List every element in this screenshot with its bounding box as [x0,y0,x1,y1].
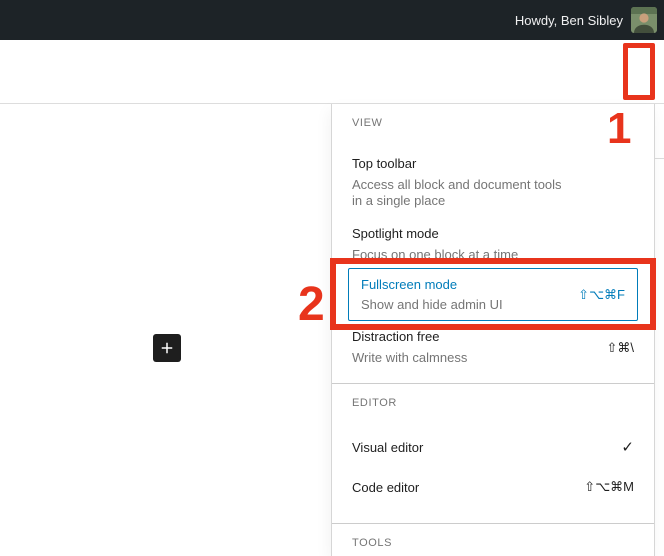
menu-item-visual-editor[interactable]: Visual editor ✓ [352,438,634,456]
admin-bar: Howdy, Ben Sibley [0,0,664,40]
menu-divider [332,383,654,384]
menu-item-title: Top toolbar [352,156,634,171]
menu-item-title: Code editor [352,480,419,495]
menu-item-title: Visual editor [352,440,423,455]
menu-section-tools: TOOLS [352,537,392,549]
checkmark-icon: ✓ [621,438,634,456]
block-inserter-button[interactable] [153,334,181,362]
menu-item-title: Spotlight mode [352,226,634,241]
distraction-free-text: Distraction free Write with calmness [352,329,467,366]
options-menu-popover: VIEW Top toolbar Access all block and do… [331,104,655,556]
menu-section-editor: EDITOR [352,397,397,409]
user-avatar[interactable] [631,7,657,33]
avatar-photo [631,7,657,33]
editor-toolbar [0,40,664,104]
keyboard-shortcut: ⇧⌥⌘M [584,479,634,495]
keyboard-shortcut: ⇧⌘\ [606,340,634,356]
plus-icon [158,339,176,357]
menu-item-description: Access all block and document tools in a… [352,177,572,209]
menu-item-description: Write with calmness [352,350,467,366]
menu-item-title: Distraction free [352,329,467,344]
menu-section-view: VIEW [352,117,383,129]
menu-divider [332,523,654,524]
settings-sidebar-header-border [655,158,664,159]
howdy-user-link[interactable]: Howdy, Ben Sibley [515,13,623,28]
menu-item-top-toolbar[interactable]: Top toolbar Access all block and documen… [352,156,634,209]
annotation-step-number-1: 1 [607,107,631,151]
menu-item-code-editor[interactable]: Code editor ⇧⌥⌘M [352,479,634,495]
annotation-highlight-box-1 [623,43,655,100]
menu-item-distraction-free[interactable]: Distraction free Write with calmness ⇧⌘\ [352,329,634,366]
annotation-step-number-2: 2 [298,281,325,329]
annotation-highlight-box-2 [330,258,656,330]
